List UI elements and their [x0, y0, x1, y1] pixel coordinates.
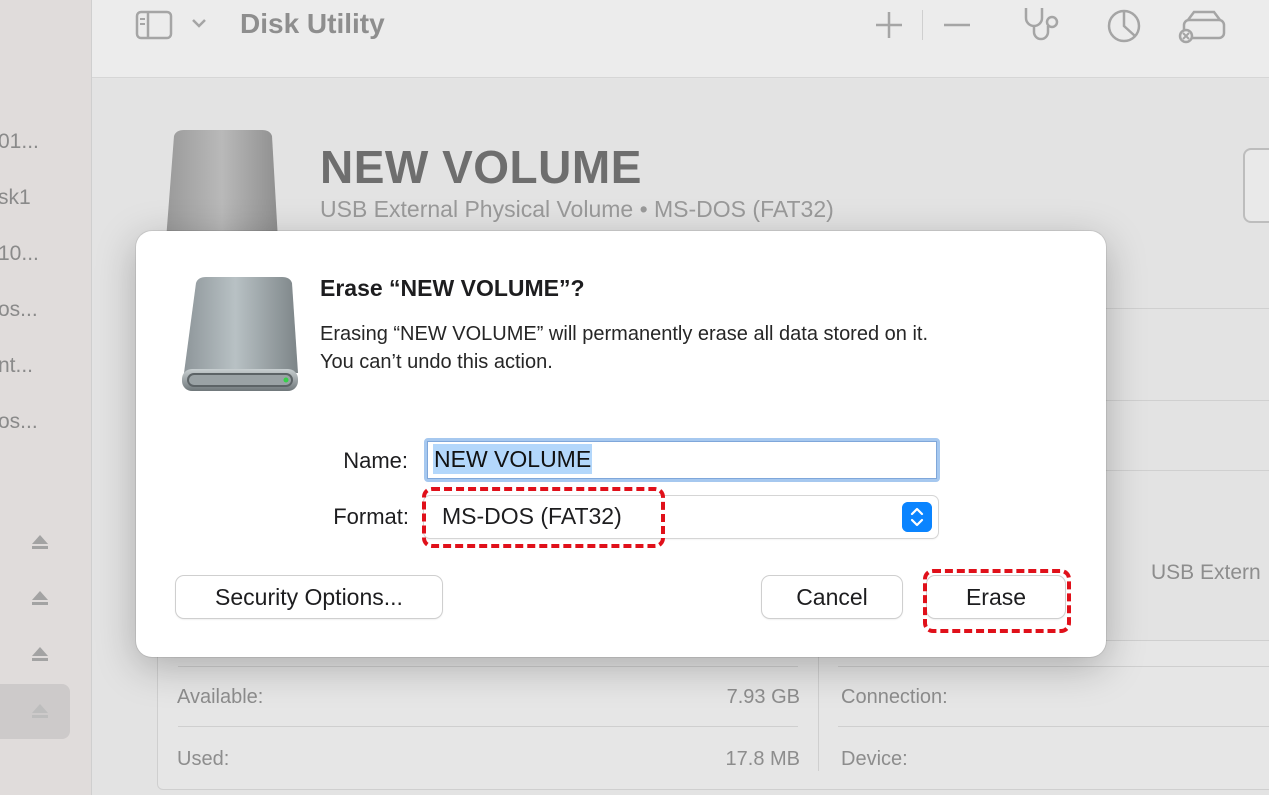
sidebar-item[interactable]: os... [0, 410, 38, 434]
used-label: Used: [177, 748, 230, 770]
available-value: 7.93 GB [726, 686, 800, 708]
toolbar: Disk Utility [92, 0, 1269, 78]
eject-icon[interactable] [30, 532, 50, 552]
divider [838, 726, 1269, 727]
add-icon[interactable] [872, 8, 906, 42]
format-label: Format: [333, 504, 409, 529]
highlight-format-annotation [422, 487, 665, 548]
name-label: Name: [343, 448, 408, 473]
chevron-down-icon[interactable] [190, 16, 208, 30]
dialog-title: Erase “NEW VOLUME”? [320, 275, 585, 301]
first-aid-stethoscope-icon[interactable] [1020, 4, 1066, 44]
divider [178, 726, 798, 727]
sidebar-item[interactable]: sk1 [0, 186, 31, 210]
partition-pie-icon[interactable] [1106, 8, 1142, 44]
connection-label: Connection: [841, 686, 948, 708]
divider [838, 666, 1269, 667]
eject-icon[interactable] [30, 588, 50, 608]
sidebar-item[interactable]: nt... [0, 354, 33, 378]
name-input-value[interactable]: NEW VOLUME [433, 444, 593, 474]
sidebar: 01... sk1 10... os... nt... os... [0, 0, 92, 795]
volume-subtitle: USB External Physical Volume • MS-DOS (F… [320, 196, 834, 222]
eject-icon[interactable] [30, 701, 50, 721]
external-drive-icon [182, 277, 298, 391]
sidebar-item[interactable]: 01... [0, 130, 39, 154]
divider [818, 651, 819, 771]
highlight-erase-annotation [923, 569, 1071, 633]
used-value: 17.8 MB [725, 748, 800, 770]
remove-icon[interactable] [940, 8, 974, 42]
volume-drive-icon [166, 130, 278, 240]
cancel-button[interactable]: Cancel [762, 576, 902, 618]
erase-disk-icon[interactable] [1178, 8, 1228, 44]
dialog-message-line: Erasing “NEW VOLUME” will permanently er… [320, 323, 929, 345]
info-type-value: USB Extern [1151, 561, 1261, 584]
security-options-button[interactable]: Security Options... [176, 576, 442, 618]
available-label: Available: [177, 686, 264, 708]
volume-title: NEW VOLUME [320, 141, 642, 193]
sidebar-toggle-icon[interactable] [135, 10, 175, 40]
toolbar-divider [922, 10, 923, 40]
erase-dialog: Erase “NEW VOLUME”? Erasing “NEW VOLUME”… [136, 231, 1106, 657]
sidebar-selected-item[interactable] [0, 684, 70, 739]
sidebar-item[interactable]: os... [0, 298, 38, 322]
updown-chevron-icon[interactable] [902, 502, 932, 532]
device-label: Device: [841, 748, 908, 770]
divider [178, 666, 798, 667]
sidebar-item[interactable]: 10... [0, 242, 39, 266]
app-title: Disk Utility [240, 8, 385, 39]
dialog-message-line: You can’t undo this action. [320, 351, 553, 373]
eject-icon[interactable] [30, 644, 50, 664]
dialog-message: Erasing “NEW VOLUME” will permanently er… [320, 320, 1060, 376]
info-panel: Available: 7.93 GB Used: 17.8 MB Connect… [157, 640, 1269, 790]
info-button[interactable] [1243, 148, 1269, 223]
